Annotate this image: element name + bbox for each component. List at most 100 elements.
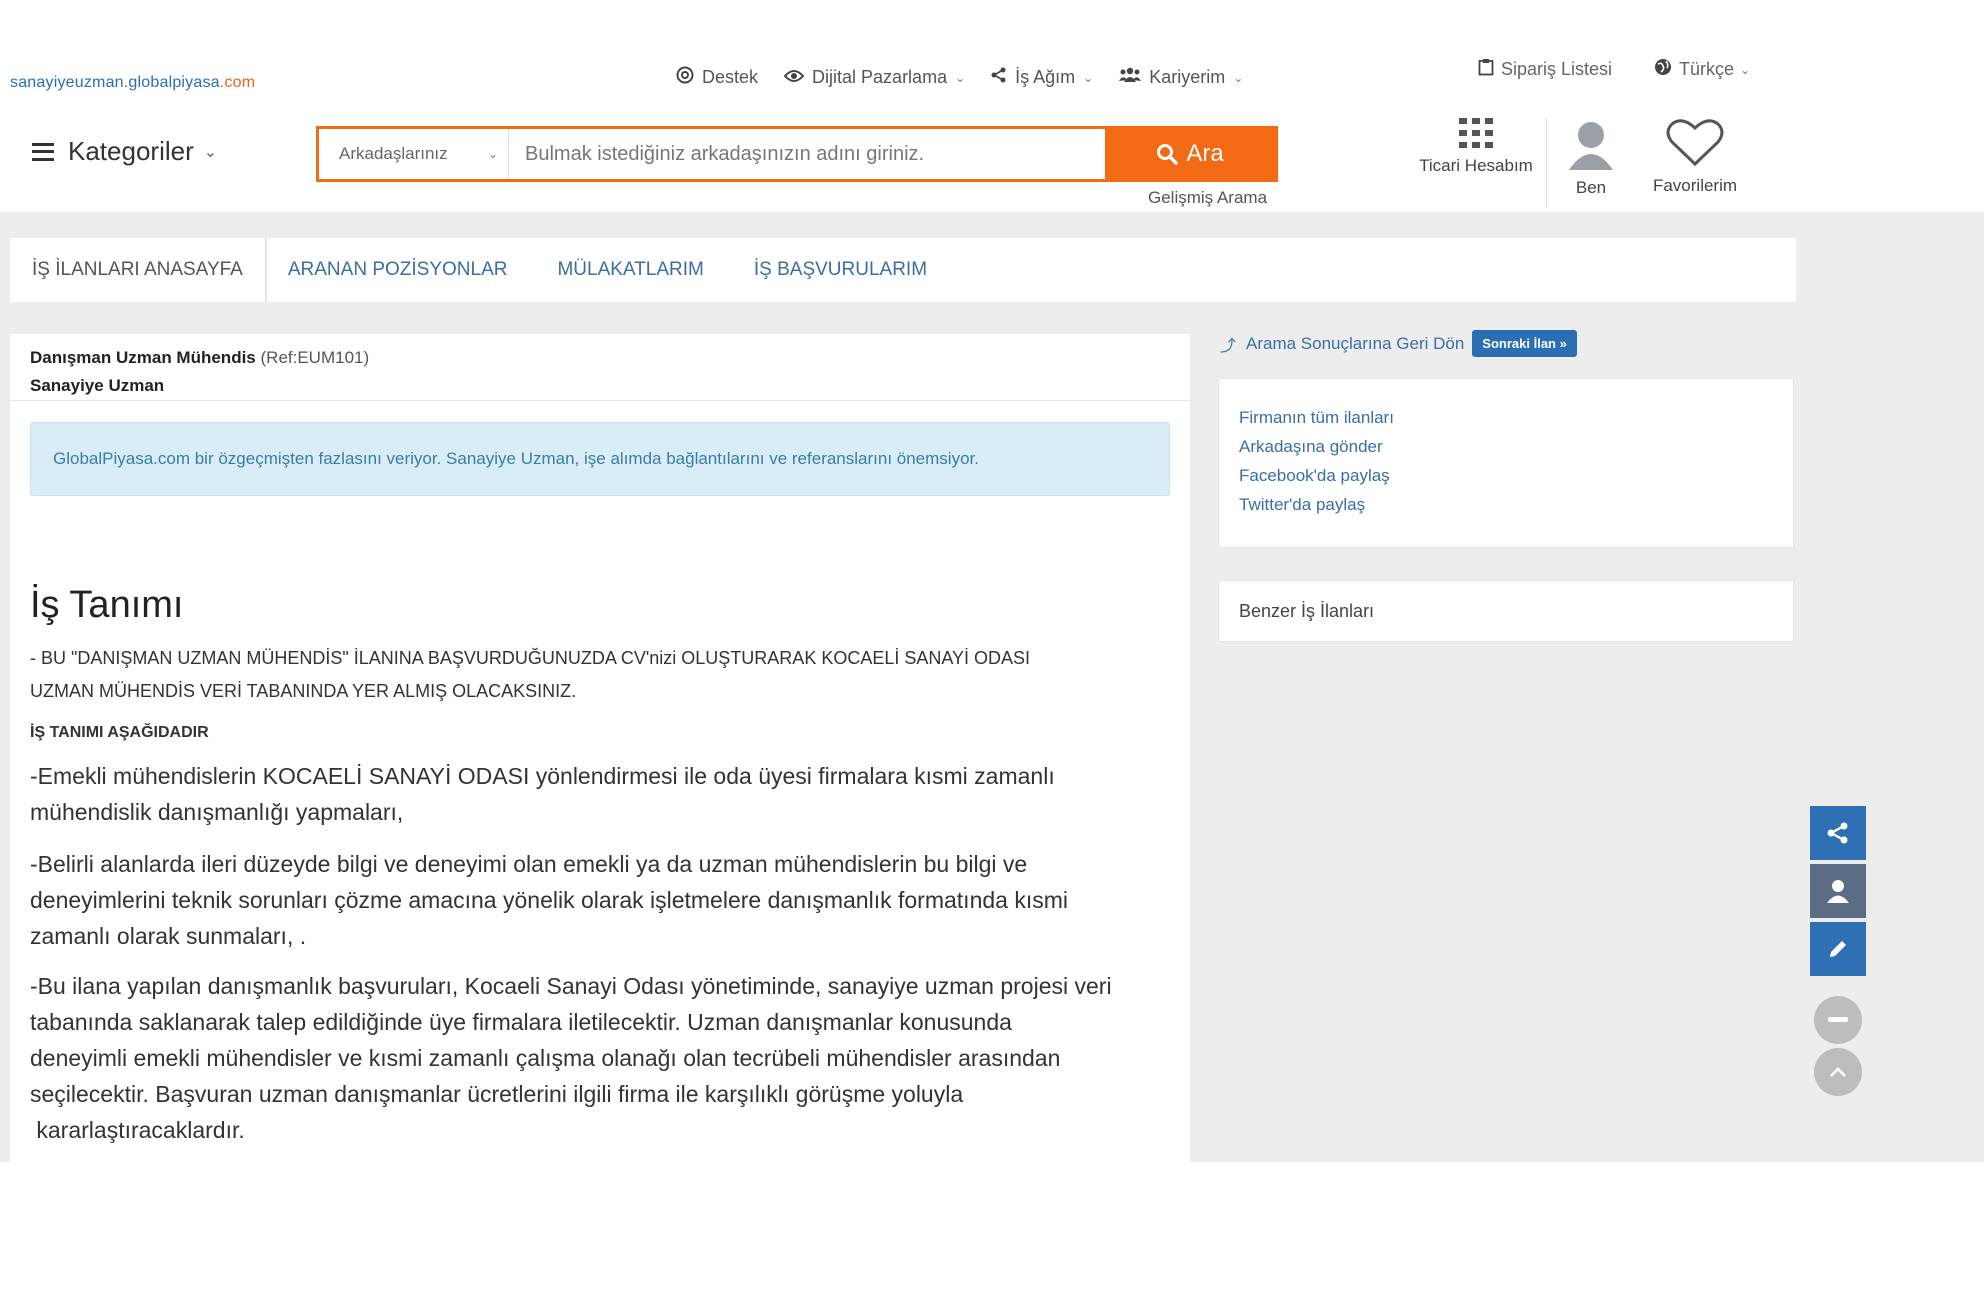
profile-label: Ben — [1575, 178, 1607, 197]
job-paragraph: -Emekli mühendislerin KOCAELİ SANAYİ ODA… — [30, 758, 1180, 830]
similar-jobs-box[interactable]: Benzer İş İlanları — [1218, 580, 1794, 642]
support-icon — [676, 66, 694, 89]
job-paragraph: -Belirli alanlarda ileri düzeyde bilgi v… — [30, 846, 1180, 954]
job-paragraph: -Bu ilana yapılan danışmanlık başvurular… — [30, 968, 1180, 1148]
edit-button[interactable] — [1810, 922, 1866, 976]
job-title: Danışman Uzman Mühendis — [30, 348, 256, 367]
language-label: Türkçe — [1679, 59, 1735, 79]
clipboard-icon — [1478, 58, 1494, 81]
back-to-results-link[interactable]: Arama Sonuçlarına Geri Dön — [1246, 334, 1464, 354]
language-selector[interactable]: Türkçe ⌄ — [1654, 58, 1750, 81]
job-intro-text: - BU "DANIŞMAN UZMAN MÜHENDİS" İLANINA B… — [30, 642, 1170, 708]
tab-job-home[interactable]: İŞ İLANLARI ANASAYFA — [10, 238, 266, 302]
globe-icon — [1654, 58, 1672, 81]
share-twitter-link[interactable]: Twitter'da paylaş — [1239, 490, 1773, 519]
header-account-icons: Ticari Hesabım Ben Favorilerim — [1414, 118, 1757, 208]
categories-menu[interactable]: Kategoriler ⌄ — [32, 136, 217, 167]
search-bar: Arkadaşlarınız ⌄ Ara — [316, 126, 1278, 182]
advanced-search-link[interactable]: Gelişmiş Arama — [1148, 188, 1267, 208]
user-icon — [1827, 880, 1849, 903]
paragraph-line: kararlaştıracaklardır. — [30, 1117, 245, 1143]
share-icon — [991, 67, 1007, 88]
minus-icon — [1828, 1017, 1848, 1022]
paragraph-line: deneyimli emekli mühendisler ve kısmi za… — [30, 1045, 1061, 1071]
divider — [1546, 118, 1547, 208]
job-detail-panel: Danışman Uzman Mühendis (Ref:EUM101) San… — [10, 334, 1190, 1162]
logo-domain: .com — [219, 74, 256, 91]
paragraph-line: -Bu ilana yapılan danışmanlık başvurular… — [30, 973, 1112, 999]
company-name[interactable]: Sanayiye Uzman — [30, 376, 164, 395]
collapse-button[interactable] — [1814, 996, 1862, 1044]
nav-support[interactable]: Destek — [676, 66, 758, 89]
site-logo[interactable]: sanayiyeuzman.globalpiyasa.com — [10, 74, 255, 92]
info-alert: GlobalPiyasa.com bir özgeçmişten fazlası… — [30, 422, 1170, 496]
order-list-link[interactable]: Sipariş Listesi — [1478, 58, 1612, 81]
paragraph-line: tabanında saklanarak talep edildiğinde ü… — [30, 1009, 1012, 1035]
paragraph-line: seçilecektir. Başvuran uzman danışmanlar… — [30, 1081, 964, 1107]
favorites-label: Favorilerim — [1652, 176, 1738, 195]
back-to-results: ⤴ Arama Sonuçlarına Geri Dön Sonraki İla… — [1220, 330, 1577, 357]
chevron-down-icon: ⌄ — [1233, 70, 1244, 85]
logo-text: sanayiyeuzman.globalpiyasa — [10, 74, 220, 91]
profile-side-button[interactable] — [1810, 864, 1866, 918]
favorites-button[interactable]: Favorilerim — [1633, 118, 1757, 208]
nav-network-label: İş Ağım — [1015, 67, 1076, 87]
share-facebook-link[interactable]: Facebook'da paylaş — [1239, 461, 1773, 490]
nav-support-label: Destek — [702, 67, 759, 87]
job-tabs: İŞ İLANLARI ANASAYFA ARANAN POZİSYONLAR … — [10, 238, 1796, 302]
all-company-listings-link[interactable]: Firmanın tüm ilanları — [1239, 403, 1773, 432]
top-navigation: Destek Dijital Pazarlama ⌄ İş Ağım ⌄ Kar… — [676, 66, 1269, 89]
users-icon — [1119, 67, 1142, 88]
job-ref: (Ref:EUM101) — [260, 348, 370, 367]
job-intro-line: UZMAN MÜHENDİS VERİ TABANINDA YER ALMIŞ … — [30, 681, 577, 701]
eye-icon — [783, 67, 805, 88]
categories-label: Kategoriler — [68, 136, 194, 166]
job-intro-line: - BU "DANIŞMAN UZMAN MÜHENDİS" İLANINA B… — [30, 648, 1031, 668]
profile-button[interactable]: Ben — [1555, 118, 1627, 208]
nav-digital-marketing-label: Dijital Pazarlama — [812, 67, 948, 87]
chevron-down-icon: ⌄ — [487, 147, 498, 161]
divider — [10, 400, 1190, 401]
business-account-button[interactable]: Ticari Hesabım — [1414, 118, 1538, 208]
chevron-down-icon: ⌄ — [1083, 70, 1094, 85]
order-list-label: Sipariş Listesi — [1501, 59, 1613, 79]
grid-icon — [1459, 118, 1493, 148]
tab-open-positions[interactable]: ARANAN POZİSYONLAR — [266, 238, 530, 302]
paragraph-line: zamanlı olarak sunmaları, . — [30, 923, 307, 949]
search-icon — [1157, 144, 1179, 165]
nav-career-label: Kariyerim — [1149, 67, 1226, 87]
paragraph-line: -Belirli alanlarda ileri düzeyde bilgi v… — [30, 851, 1028, 877]
search-button[interactable]: Ara — [1105, 129, 1275, 179]
paragraph-line: -Emekli mühendislerin KOCAELİ SANAYİ ODA… — [30, 763, 1055, 789]
heart-icon — [1666, 119, 1724, 167]
nav-digital-marketing[interactable]: Dijital Pazarlama ⌄ — [783, 67, 966, 88]
search-scope-value: Arkadaşlarınız — [339, 144, 448, 163]
next-listing-button[interactable]: Sonraki İlan » — [1472, 330, 1577, 357]
section-title: İş Tanımı — [30, 584, 184, 626]
nav-career[interactable]: Kariyerim ⌄ — [1119, 67, 1243, 88]
nav-network[interactable]: İş Ağım ⌄ — [991, 67, 1093, 88]
send-to-friend-link[interactable]: Arkadaşına gönder — [1239, 432, 1773, 461]
business-account-label: Ticari Hesabım — [1419, 156, 1533, 175]
tab-interviews[interactable]: MÜLAKATLARIM — [535, 238, 725, 302]
chevron-down-icon: ⌄ — [203, 143, 218, 161]
back-arrow-icon: ⤴ — [1220, 337, 1237, 355]
top-right-links: Sipariş Listesi Türkçe ⌄ — [1478, 58, 1792, 81]
share-icon — [1827, 822, 1848, 844]
chevron-down-icon: ⌄ — [955, 70, 966, 85]
search-scope-select[interactable]: Arkadaşlarınız ⌄ — [319, 129, 509, 179]
avatar — [1569, 122, 1613, 170]
tab-applications[interactable]: İŞ BAŞVURULARIM — [732, 238, 949, 302]
share-button[interactable] — [1810, 806, 1866, 860]
chevron-up-icon — [1830, 1067, 1846, 1077]
chevron-down-icon: ⌄ — [1740, 62, 1751, 77]
share-links-box: Firmanın tüm ilanları Arkadaşına gönder … — [1218, 378, 1794, 548]
pencil-icon — [1830, 941, 1846, 957]
paragraph-line: mühendislik danışmanlığı yapmaları, — [30, 799, 404, 825]
search-input[interactable] — [509, 129, 1105, 179]
search-button-label: Ara — [1186, 140, 1224, 167]
paragraph-line: deneyimlerini teknik sorunları çözme ama… — [30, 887, 1068, 913]
job-subheading: İŞ TANIMI AŞAĞIDADIR — [30, 724, 209, 741]
scroll-top-button[interactable] — [1814, 1048, 1862, 1096]
hamburger-icon — [32, 142, 54, 161]
